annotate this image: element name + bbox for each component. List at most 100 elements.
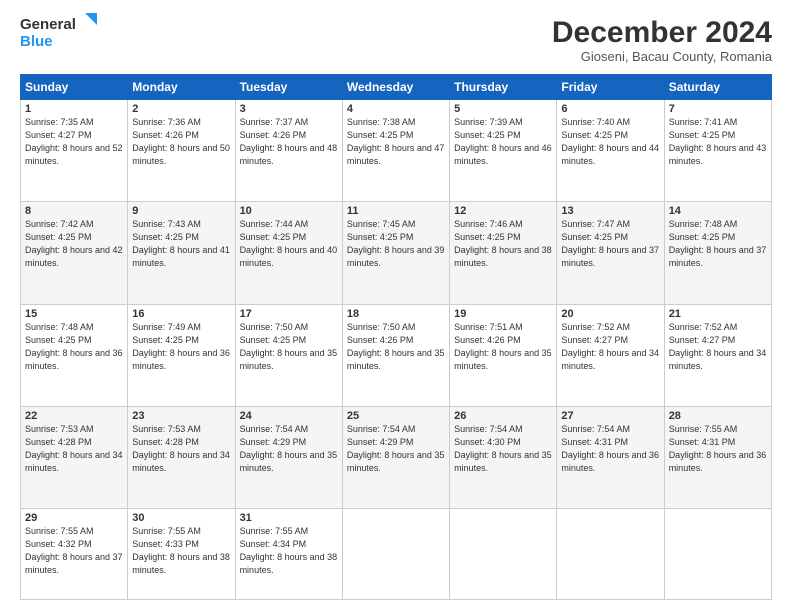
day-number: 17 — [240, 308, 338, 320]
title-block: December 2024 Gioseni, Bacau County, Rom… — [552, 16, 772, 64]
day-number: 14 — [669, 205, 767, 217]
calendar-cell: 15 Sunrise: 7:48 AM Sunset: 4:25 PM Dayl… — [21, 304, 128, 406]
day-info: Sunrise: 7:46 AM Sunset: 4:25 PM Dayligh… — [454, 218, 552, 270]
day-number: 8 — [25, 205, 123, 217]
day-number: 26 — [454, 410, 552, 422]
calendar-cell — [342, 509, 449, 600]
week-row-4: 29 Sunrise: 7:55 AM Sunset: 4:32 PM Dayl… — [21, 509, 772, 600]
week-row-1: 8 Sunrise: 7:42 AM Sunset: 4:25 PM Dayli… — [21, 202, 772, 304]
day-number: 5 — [454, 103, 552, 115]
day-info: Sunrise: 7:43 AM Sunset: 4:25 PM Dayligh… — [132, 218, 230, 270]
calendar-cell: 21 Sunrise: 7:52 AM Sunset: 4:27 PM Dayl… — [664, 304, 771, 406]
calendar-cell: 1 Sunrise: 7:35 AM Sunset: 4:27 PM Dayli… — [21, 100, 128, 202]
week-row-3: 22 Sunrise: 7:53 AM Sunset: 4:28 PM Dayl… — [21, 406, 772, 508]
day-info: Sunrise: 7:54 AM Sunset: 4:29 PM Dayligh… — [347, 423, 445, 475]
location: Gioseni, Bacau County, Romania — [552, 49, 772, 64]
day-info: Sunrise: 7:53 AM Sunset: 4:28 PM Dayligh… — [132, 423, 230, 475]
calendar-cell: 7 Sunrise: 7:41 AM Sunset: 4:25 PM Dayli… — [664, 100, 771, 202]
calendar-cell: 31 Sunrise: 7:55 AM Sunset: 4:34 PM Dayl… — [235, 509, 342, 600]
calendar-cell: 3 Sunrise: 7:37 AM Sunset: 4:26 PM Dayli… — [235, 100, 342, 202]
day-info: Sunrise: 7:44 AM Sunset: 4:25 PM Dayligh… — [240, 218, 338, 270]
day-number: 22 — [25, 410, 123, 422]
day-info: Sunrise: 7:50 AM Sunset: 4:25 PM Dayligh… — [240, 321, 338, 373]
calendar-cell: 18 Sunrise: 7:50 AM Sunset: 4:26 PM Dayl… — [342, 304, 449, 406]
day-info: Sunrise: 7:54 AM Sunset: 4:29 PM Dayligh… — [240, 423, 338, 475]
col-tuesday: Tuesday — [235, 75, 342, 100]
day-info: Sunrise: 7:55 AM Sunset: 4:31 PM Dayligh… — [669, 423, 767, 475]
day-info: Sunrise: 7:50 AM Sunset: 4:26 PM Dayligh… — [347, 321, 445, 373]
day-number: 24 — [240, 410, 338, 422]
calendar-cell: 27 Sunrise: 7:54 AM Sunset: 4:31 PM Dayl… — [557, 406, 664, 508]
day-info: Sunrise: 7:52 AM Sunset: 4:27 PM Dayligh… — [669, 321, 767, 373]
col-monday: Monday — [128, 75, 235, 100]
day-info: Sunrise: 7:55 AM Sunset: 4:33 PM Dayligh… — [132, 525, 230, 577]
col-thursday: Thursday — [450, 75, 557, 100]
day-info: Sunrise: 7:37 AM Sunset: 4:26 PM Dayligh… — [240, 116, 338, 168]
calendar-cell: 12 Sunrise: 7:46 AM Sunset: 4:25 PM Dayl… — [450, 202, 557, 304]
day-number: 30 — [132, 512, 230, 524]
day-info: Sunrise: 7:35 AM Sunset: 4:27 PM Dayligh… — [25, 116, 123, 168]
day-number: 11 — [347, 205, 445, 217]
page: General Blue December 2024 Gioseni, Baca… — [0, 0, 792, 612]
day-info: Sunrise: 7:48 AM Sunset: 4:25 PM Dayligh… — [25, 321, 123, 373]
calendar-cell: 28 Sunrise: 7:55 AM Sunset: 4:31 PM Dayl… — [664, 406, 771, 508]
col-sunday: Sunday — [21, 75, 128, 100]
day-info: Sunrise: 7:48 AM Sunset: 4:25 PM Dayligh… — [669, 218, 767, 270]
day-info: Sunrise: 7:38 AM Sunset: 4:25 PM Dayligh… — [347, 116, 445, 168]
month-title: December 2024 — [552, 16, 772, 49]
day-number: 9 — [132, 205, 230, 217]
day-info: Sunrise: 7:41 AM Sunset: 4:25 PM Dayligh… — [669, 116, 767, 168]
calendar-header-row: Sunday Monday Tuesday Wednesday Thursday… — [21, 75, 772, 100]
calendar-cell: 16 Sunrise: 7:49 AM Sunset: 4:25 PM Dayl… — [128, 304, 235, 406]
day-number: 31 — [240, 512, 338, 524]
calendar-cell: 2 Sunrise: 7:36 AM Sunset: 4:26 PM Dayli… — [128, 100, 235, 202]
calendar-cell — [557, 509, 664, 600]
day-number: 6 — [561, 103, 659, 115]
week-row-2: 15 Sunrise: 7:48 AM Sunset: 4:25 PM Dayl… — [21, 304, 772, 406]
day-number: 20 — [561, 308, 659, 320]
day-number: 18 — [347, 308, 445, 320]
calendar-cell: 24 Sunrise: 7:54 AM Sunset: 4:29 PM Dayl… — [235, 406, 342, 508]
week-row-0: 1 Sunrise: 7:35 AM Sunset: 4:27 PM Dayli… — [21, 100, 772, 202]
calendar-cell: 22 Sunrise: 7:53 AM Sunset: 4:28 PM Dayl… — [21, 406, 128, 508]
day-number: 1 — [25, 103, 123, 115]
day-info: Sunrise: 7:36 AM Sunset: 4:26 PM Dayligh… — [132, 116, 230, 168]
calendar-cell: 26 Sunrise: 7:54 AM Sunset: 4:30 PM Dayl… — [450, 406, 557, 508]
calendar-cell: 25 Sunrise: 7:54 AM Sunset: 4:29 PM Dayl… — [342, 406, 449, 508]
day-number: 27 — [561, 410, 659, 422]
day-number: 15 — [25, 308, 123, 320]
calendar-cell: 14 Sunrise: 7:48 AM Sunset: 4:25 PM Dayl… — [664, 202, 771, 304]
day-info: Sunrise: 7:39 AM Sunset: 4:25 PM Dayligh… — [454, 116, 552, 168]
day-number: 4 — [347, 103, 445, 115]
day-info: Sunrise: 7:55 AM Sunset: 4:34 PM Dayligh… — [240, 525, 338, 577]
day-info: Sunrise: 7:45 AM Sunset: 4:25 PM Dayligh… — [347, 218, 445, 270]
calendar-cell: 23 Sunrise: 7:53 AM Sunset: 4:28 PM Dayl… — [128, 406, 235, 508]
calendar-cell: 29 Sunrise: 7:55 AM Sunset: 4:32 PM Dayl… — [21, 509, 128, 600]
calendar: Sunday Monday Tuesday Wednesday Thursday… — [20, 74, 772, 600]
calendar-cell: 8 Sunrise: 7:42 AM Sunset: 4:25 PM Dayli… — [21, 202, 128, 304]
day-number: 10 — [240, 205, 338, 217]
day-number: 7 — [669, 103, 767, 115]
day-info: Sunrise: 7:42 AM Sunset: 4:25 PM Dayligh… — [25, 218, 123, 270]
day-number: 29 — [25, 512, 123, 524]
header: General Blue December 2024 Gioseni, Baca… — [20, 16, 772, 64]
calendar-cell: 11 Sunrise: 7:45 AM Sunset: 4:25 PM Dayl… — [342, 202, 449, 304]
day-info: Sunrise: 7:54 AM Sunset: 4:30 PM Dayligh… — [454, 423, 552, 475]
day-info: Sunrise: 7:40 AM Sunset: 4:25 PM Dayligh… — [561, 116, 659, 168]
day-info: Sunrise: 7:53 AM Sunset: 4:28 PM Dayligh… — [25, 423, 123, 475]
day-info: Sunrise: 7:54 AM Sunset: 4:31 PM Dayligh… — [561, 423, 659, 475]
day-number: 16 — [132, 308, 230, 320]
calendar-cell: 6 Sunrise: 7:40 AM Sunset: 4:25 PM Dayli… — [557, 100, 664, 202]
day-number: 13 — [561, 205, 659, 217]
day-number: 21 — [669, 308, 767, 320]
day-info: Sunrise: 7:52 AM Sunset: 4:27 PM Dayligh… — [561, 321, 659, 373]
day-number: 2 — [132, 103, 230, 115]
day-info: Sunrise: 7:55 AM Sunset: 4:32 PM Dayligh… — [25, 525, 123, 577]
calendar-cell: 19 Sunrise: 7:51 AM Sunset: 4:26 PM Dayl… — [450, 304, 557, 406]
calendar-cell: 17 Sunrise: 7:50 AM Sunset: 4:25 PM Dayl… — [235, 304, 342, 406]
col-wednesday: Wednesday — [342, 75, 449, 100]
col-friday: Friday — [557, 75, 664, 100]
calendar-cell — [450, 509, 557, 600]
day-number: 19 — [454, 308, 552, 320]
day-number: 23 — [132, 410, 230, 422]
